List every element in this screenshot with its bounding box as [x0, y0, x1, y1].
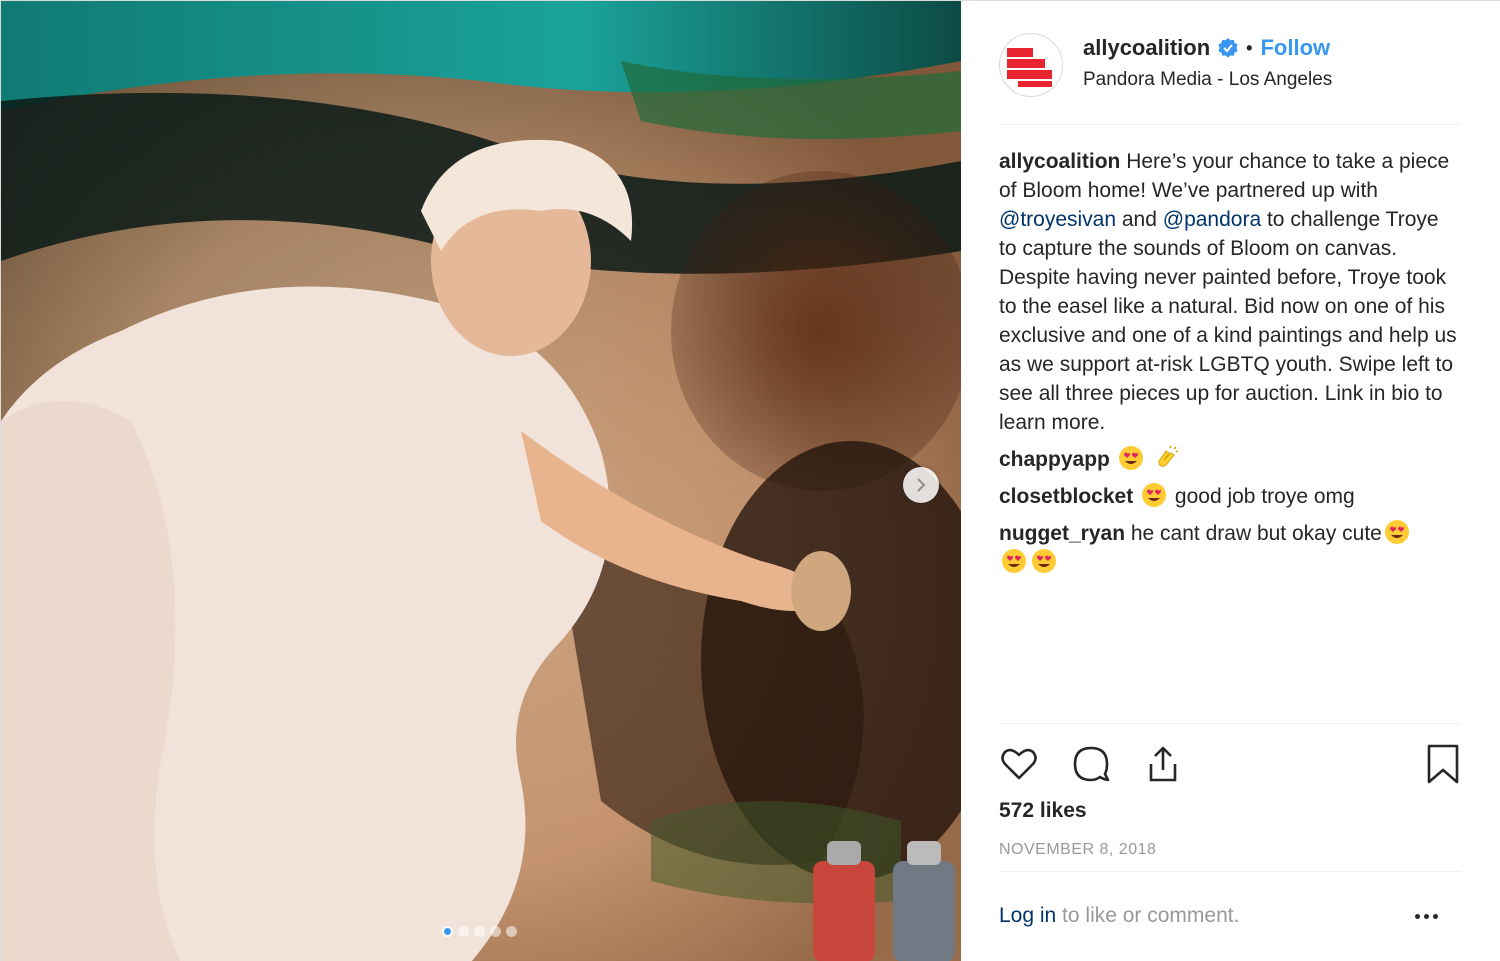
- verified-badge-icon: [1218, 38, 1238, 58]
- separator-dot: •: [1246, 37, 1253, 58]
- comment-username[interactable]: chappyapp: [999, 448, 1110, 471]
- caption-text: to challenge Troye to capture the sounds…: [999, 208, 1457, 434]
- post-date[interactable]: NOVEMBER 8, 2018: [999, 841, 1156, 859]
- post-header: allycoalition • Follow Pandora Media - L…: [999, 29, 1461, 125]
- caption-text: and: [1116, 208, 1163, 231]
- comment-username[interactable]: nugget_ryan: [999, 522, 1125, 545]
- heart-eyes-emoji-icon: [1032, 549, 1056, 573]
- login-link[interactable]: Log in: [999, 904, 1056, 927]
- more-dot: [1433, 913, 1438, 919]
- comment-item: nugget_ryan he cant draw but okay cute: [999, 519, 1461, 577]
- carousel-dot: [490, 926, 501, 937]
- login-prompt-bar: Log in to like or comment.: [999, 871, 1461, 961]
- comment-item: chappyapp: [999, 445, 1461, 474]
- post-photo[interactable]: [1, 1, 961, 961]
- carousel-dot: [442, 926, 453, 937]
- caption-username[interactable]: allycoalition: [999, 150, 1120, 173]
- avatar[interactable]: [999, 33, 1063, 97]
- carousel-next-button[interactable]: [903, 467, 939, 503]
- post-caption: allycoalition Here’s your chance to take…: [999, 147, 1461, 437]
- comment-item: closetblocket good job troye omg: [999, 482, 1461, 511]
- username-row: allycoalition • Follow: [1083, 35, 1330, 61]
- bookmark-icon[interactable]: [1423, 744, 1463, 784]
- chevron-right-icon: [917, 478, 926, 492]
- painting-photo: [1, 1, 961, 961]
- mention-link[interactable]: @pandora: [1163, 208, 1261, 231]
- heart-eyes-emoji-icon: [1118, 446, 1143, 470]
- ally-coalition-logo: [1007, 48, 1052, 87]
- comment-username[interactable]: closetblocket: [999, 485, 1133, 508]
- post-side-panel: allycoalition • Follow Pandora Media - L…: [961, 1, 1500, 961]
- instagram-post: allycoalition • Follow Pandora Media - L…: [0, 0, 1500, 961]
- more-dot: [1415, 913, 1420, 919]
- comments-section: allycoalition Here’s your chance to take…: [999, 147, 1461, 585]
- post-location[interactable]: Pandora Media - Los Angeles: [1083, 69, 1332, 91]
- login-prompt-text: to like or comment.: [1056, 904, 1240, 927]
- carousel-dot: [506, 926, 517, 937]
- heart-eyes-emoji-icon: [1002, 549, 1026, 573]
- login-prompt: Log in to like or comment.: [999, 904, 1239, 928]
- comment-icon[interactable]: [1071, 744, 1111, 784]
- share-icon[interactable]: [1143, 744, 1183, 784]
- heart-icon[interactable]: [999, 744, 1039, 784]
- post-actions: [999, 723, 1461, 803]
- comment-text: he cant draw but okay cute: [1125, 522, 1382, 545]
- more-icon[interactable]: [1415, 908, 1443, 924]
- follow-button[interactable]: Follow: [1260, 35, 1330, 61]
- heart-eyes-emoji-icon: [1384, 520, 1409, 544]
- carousel-indicator: [442, 926, 517, 937]
- clapping-hands-emoji-icon: [1158, 445, 1178, 467]
- likes-count[interactable]: 572 likes: [999, 799, 1087, 823]
- more-dot: [1424, 913, 1429, 919]
- carousel-dot: [474, 926, 485, 937]
- mention-link[interactable]: @troyesivan: [999, 208, 1116, 231]
- heart-eyes-emoji-icon: [1142, 483, 1167, 507]
- account-username[interactable]: allycoalition: [1083, 35, 1210, 61]
- comment-text: good job troye omg: [1174, 485, 1355, 508]
- carousel-dot: [458, 926, 469, 937]
